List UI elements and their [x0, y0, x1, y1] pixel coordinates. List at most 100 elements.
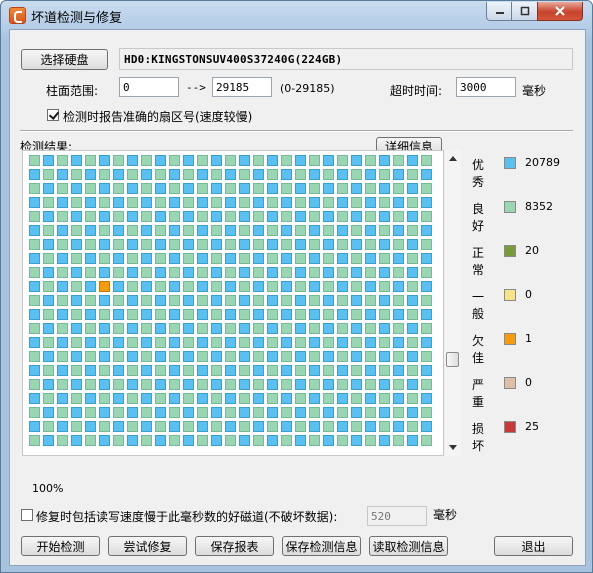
section-divider — [20, 130, 573, 132]
sector-block — [197, 309, 208, 320]
sector-block — [421, 211, 432, 222]
sector-block — [407, 337, 418, 348]
sector-block — [127, 155, 138, 166]
sector-block — [197, 183, 208, 194]
save-report-button[interactable]: 保存报表 — [195, 536, 274, 556]
sector-block — [71, 267, 82, 278]
scroll-thumb[interactable] — [446, 352, 459, 367]
sector-block — [211, 155, 222, 166]
sector-block — [43, 211, 54, 222]
sector-block — [57, 309, 68, 320]
sector-block — [351, 155, 362, 166]
sector-block — [225, 295, 236, 306]
sector-block — [281, 197, 292, 208]
repair-slow-label: 修复时包括读写速度慢于此毫秒数的好磁道(不破坏数据): — [36, 510, 338, 524]
sector-block — [393, 337, 404, 348]
sector-block — [141, 155, 152, 166]
legend-swatch — [504, 157, 516, 169]
sector-block — [71, 183, 82, 194]
sector-block — [29, 267, 40, 278]
sector-block — [127, 379, 138, 390]
sector-block — [267, 169, 278, 180]
sector-block — [309, 435, 320, 446]
sector-block — [57, 379, 68, 390]
sector-block — [211, 365, 222, 376]
sector-block — [379, 351, 390, 362]
sector-block — [141, 253, 152, 264]
report-sector-checkbox[interactable] — [47, 109, 59, 121]
close-button[interactable] — [537, 2, 583, 21]
sector-block — [43, 435, 54, 446]
sector-map-scrollbar[interactable] — [445, 150, 461, 456]
sector-block — [365, 365, 376, 376]
sector-block — [57, 365, 68, 376]
sector-block — [281, 281, 292, 292]
legend-count: 0 — [525, 288, 532, 301]
repair-slow-checkbox[interactable] — [21, 509, 33, 521]
sector-block — [379, 183, 390, 194]
sector-block — [99, 295, 110, 306]
sector-block — [211, 309, 222, 320]
sector-block — [309, 337, 320, 348]
sector-block — [141, 197, 152, 208]
sector-block — [183, 393, 194, 404]
sector-block — [225, 281, 236, 292]
sector-block — [183, 225, 194, 236]
sector-block — [183, 365, 194, 376]
select-disk-button[interactable]: 选择硬盘 — [21, 49, 108, 70]
range-end-input[interactable] — [212, 77, 272, 97]
sector-block — [99, 281, 110, 292]
timeout-input[interactable] — [456, 77, 516, 97]
start-scan-button[interactable]: 开始检测 — [21, 536, 100, 556]
sector-block — [197, 393, 208, 404]
range-hint: (0-29185) — [280, 82, 335, 95]
sector-block — [99, 337, 110, 348]
range-start-input[interactable] — [119, 77, 179, 97]
sector-block — [253, 435, 264, 446]
sector-block — [71, 393, 82, 404]
sector-block — [351, 239, 362, 250]
maximize-button[interactable] — [511, 2, 539, 21]
sector-block — [169, 421, 180, 432]
sector-block — [169, 435, 180, 446]
sector-block — [211, 183, 222, 194]
app-logo-icon — [9, 7, 26, 24]
sector-block — [127, 407, 138, 418]
scroll-up-icon[interactable] — [449, 156, 457, 161]
load-scan-info-button[interactable]: 读取检测信息 — [369, 536, 448, 556]
scroll-down-icon[interactable] — [449, 445, 457, 450]
sector-block — [379, 253, 390, 264]
try-repair-button[interactable]: 尝试修复 — [108, 536, 187, 556]
exit-button[interactable]: 退出 — [494, 536, 573, 556]
sector-block — [281, 351, 292, 362]
sector-block — [183, 407, 194, 418]
sector-block — [379, 337, 390, 348]
sector-block — [85, 393, 96, 404]
sector-block — [113, 267, 124, 278]
title-bar[interactable]: 坏道检测与修复 — [1, 1, 592, 29]
sector-block — [99, 169, 110, 180]
sector-block — [239, 239, 250, 250]
sector-block — [379, 323, 390, 334]
legend-count: 8352 — [525, 200, 553, 213]
sector-block — [337, 435, 348, 446]
sector-block — [211, 379, 222, 390]
repair-threshold-input[interactable] — [367, 506, 427, 526]
maximize-icon — [520, 6, 530, 16]
save-scan-info-button[interactable]: 保存检测信息 — [282, 536, 361, 556]
sector-block — [43, 239, 54, 250]
minimize-button[interactable] — [486, 2, 513, 21]
legend-name: 欠佳 — [472, 334, 485, 365]
sector-block — [393, 407, 404, 418]
sector-block — [141, 365, 152, 376]
sector-block — [323, 183, 334, 194]
sector-block — [29, 211, 40, 222]
sector-block — [309, 183, 320, 194]
sector-block — [253, 421, 264, 432]
sector-block — [253, 407, 264, 418]
sector-map-grid — [22, 150, 444, 456]
sector-block — [57, 393, 68, 404]
sector-block — [351, 183, 362, 194]
sector-block — [337, 253, 348, 264]
sector-block — [379, 155, 390, 166]
